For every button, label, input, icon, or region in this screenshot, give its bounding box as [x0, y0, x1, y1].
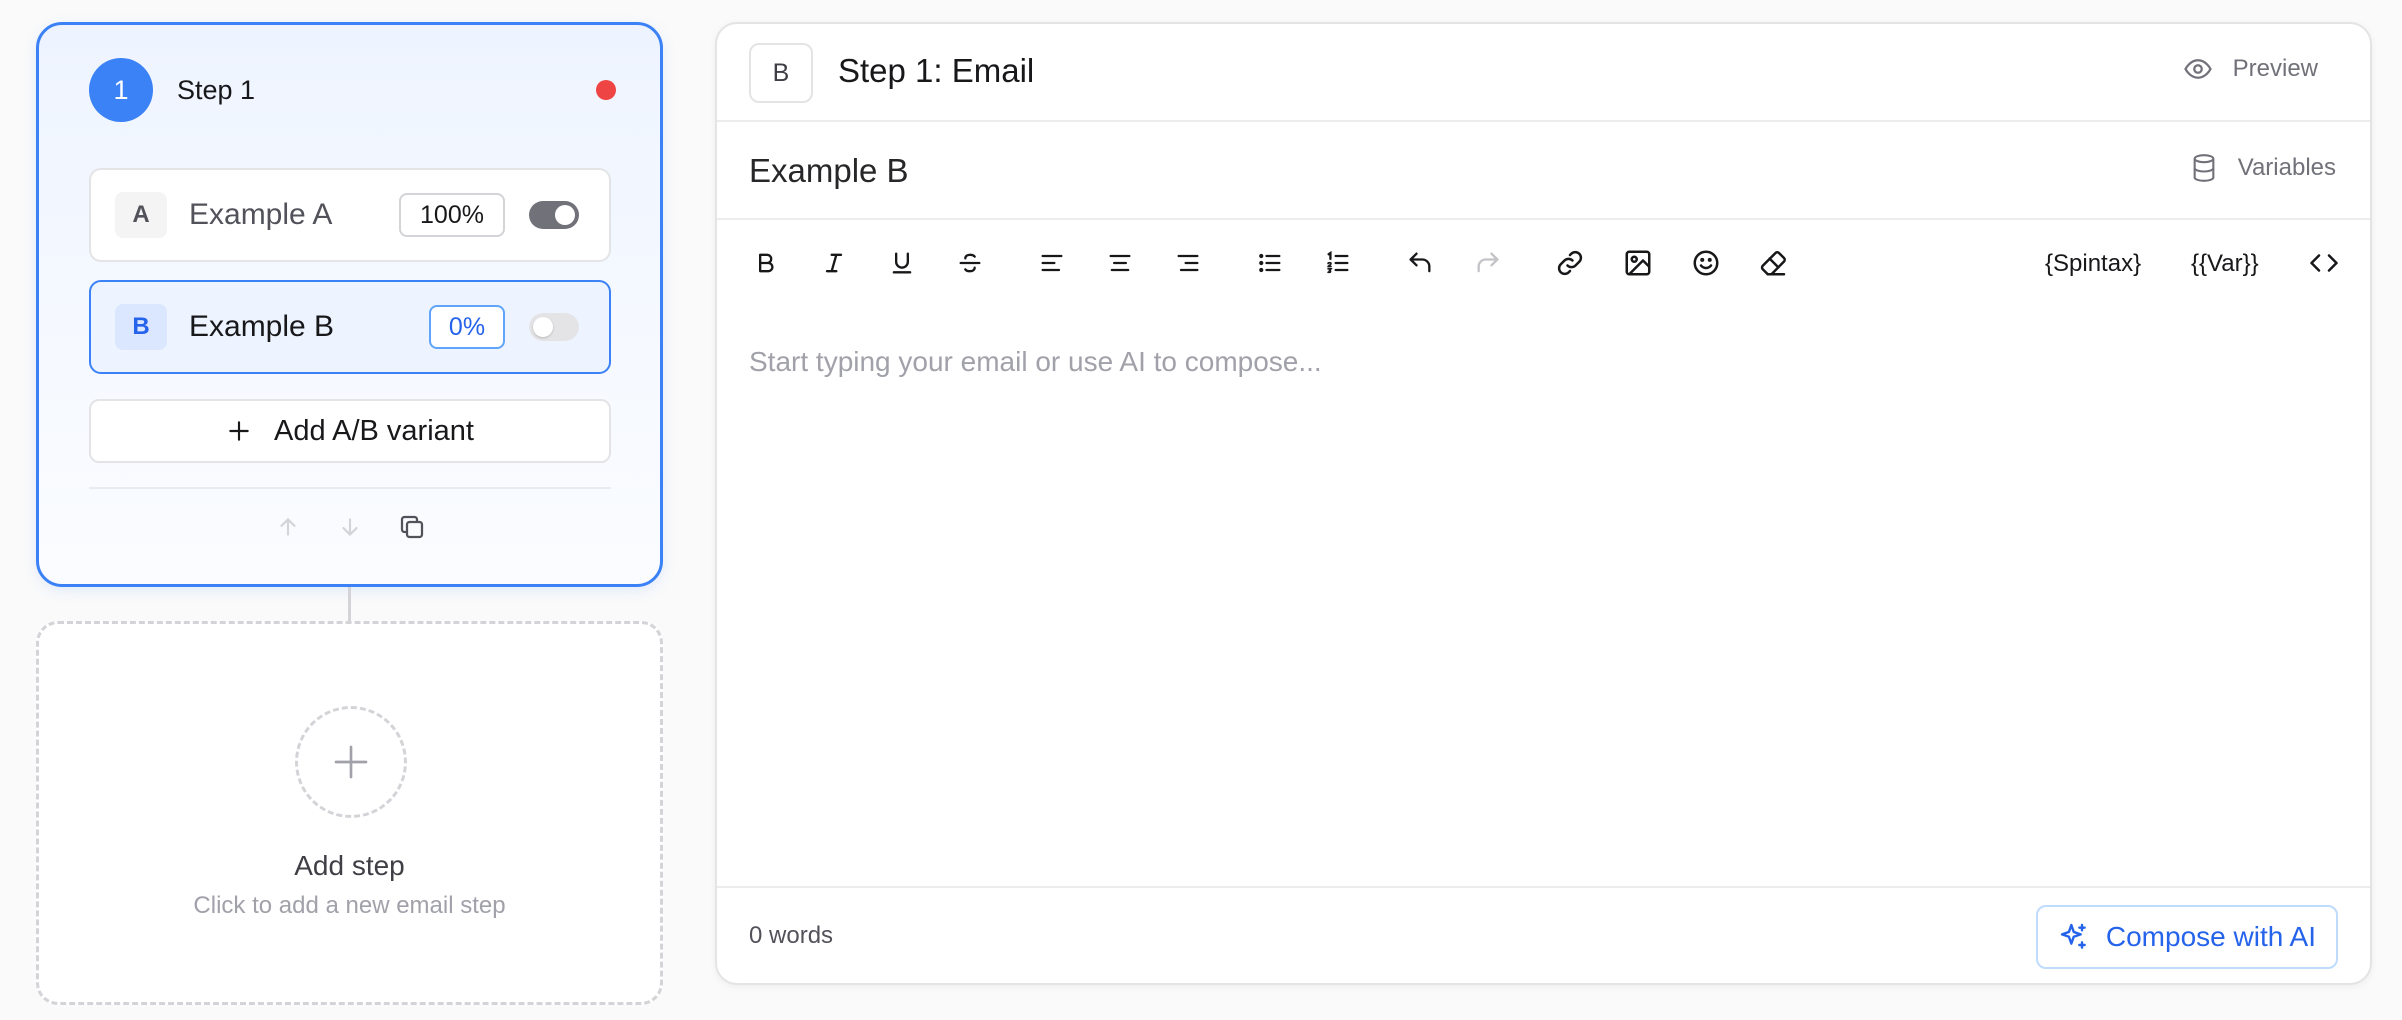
- plus-icon: [226, 418, 274, 444]
- var-button[interactable]: {{Var}}: [2191, 250, 2259, 278]
- add-step-card[interactable]: Add step Click to add a new email step: [36, 621, 663, 1005]
- add-variant-button[interactable]: Add A/B variant: [89, 399, 611, 463]
- step-header: 1 Step 1: [89, 58, 616, 122]
- emoji-icon[interactable]: [1689, 246, 1723, 280]
- status-dot-indicator: [596, 80, 616, 100]
- card-divider: [89, 487, 611, 489]
- step-title: Step 1: [177, 74, 256, 105]
- step-number-badge: 1: [89, 58, 153, 122]
- undo-icon[interactable]: [1403, 246, 1437, 280]
- redo-icon[interactable]: [1471, 246, 1505, 280]
- align-right-icon[interactable]: [1171, 246, 1205, 280]
- database-icon: [2190, 152, 2218, 184]
- align-center-icon[interactable]: [1103, 246, 1137, 280]
- bullet-list-icon[interactable]: [1253, 246, 1287, 280]
- spintax-button[interactable]: {Spintax}: [2045, 250, 2141, 278]
- align-left-icon[interactable]: [1035, 246, 1069, 280]
- email-body-input[interactable]: Start typing your email or use AI to com…: [749, 346, 1322, 378]
- add-step-subtitle: Click to add a new email step: [193, 892, 506, 919]
- bold-icon[interactable]: [749, 246, 783, 280]
- underline-icon[interactable]: [885, 246, 919, 280]
- link-icon[interactable]: [1553, 246, 1587, 280]
- sparkles-icon: [2058, 921, 2090, 953]
- variant-a-row[interactable]: A Example A 100%: [89, 168, 611, 262]
- variant-a-toggle[interactable]: [529, 201, 579, 229]
- step-card[interactable]: 1 Step 1 A Example A 100% B Example B 0%…: [36, 22, 663, 587]
- copy-icon[interactable]: [394, 509, 430, 545]
- editor-header: B Step 1: Email Preview: [717, 24, 2370, 122]
- step-connector-line: [348, 587, 351, 623]
- eye-icon: [2183, 54, 2213, 84]
- variant-percent-input[interactable]: 100%: [399, 193, 505, 237]
- add-variant-label: Add A/B variant: [274, 414, 474, 447]
- variant-percent-input[interactable]: 0%: [429, 305, 505, 349]
- code-icon[interactable]: [2307, 246, 2341, 280]
- preview-button[interactable]: Preview: [2183, 54, 2318, 84]
- compose-label: Compose with AI: [2105, 921, 2316, 952]
- add-step-plus-button[interactable]: [295, 706, 407, 818]
- editor-footer: 0 words Compose with AI: [717, 886, 2370, 983]
- variant-badge: B: [749, 43, 813, 103]
- variant-b-toggle[interactable]: [529, 313, 579, 341]
- step-actions: [39, 509, 660, 545]
- editor-title: Step 1: Email: [838, 52, 1035, 89]
- arrow-down-icon[interactable]: [332, 509, 368, 545]
- variant-b-row[interactable]: B Example B 0%: [89, 280, 611, 374]
- strikethrough-icon[interactable]: [953, 246, 987, 280]
- variant-letter-badge: A: [115, 192, 167, 238]
- variant-name: Example A: [189, 198, 333, 231]
- subject-row: Example B Variables: [717, 122, 2370, 220]
- subject-input[interactable]: Example B: [749, 152, 909, 190]
- eraser-icon[interactable]: [1757, 246, 1791, 280]
- image-icon[interactable]: [1621, 246, 1655, 280]
- compose-with-ai-button[interactable]: Compose with AI: [2035, 905, 2338, 969]
- numbered-list-icon[interactable]: [1321, 246, 1355, 280]
- italic-icon[interactable]: [817, 246, 851, 280]
- arrow-up-icon[interactable]: [270, 509, 306, 545]
- email-editor: B Step 1: Email Preview Example B Variab…: [715, 22, 2372, 985]
- variant-letter-badge: B: [115, 304, 167, 350]
- formatting-toolbar: {Spintax} {{Var}}: [717, 220, 2370, 310]
- preview-label: Preview: [2232, 55, 2318, 82]
- add-step-title: Add step: [294, 850, 405, 881]
- word-count: 0 words: [749, 922, 834, 949]
- plus-icon: [331, 742, 371, 782]
- variant-name: Example B: [189, 310, 335, 343]
- variables-label: Variables: [2237, 154, 2336, 181]
- variables-button[interactable]: Variables: [2190, 152, 2336, 184]
